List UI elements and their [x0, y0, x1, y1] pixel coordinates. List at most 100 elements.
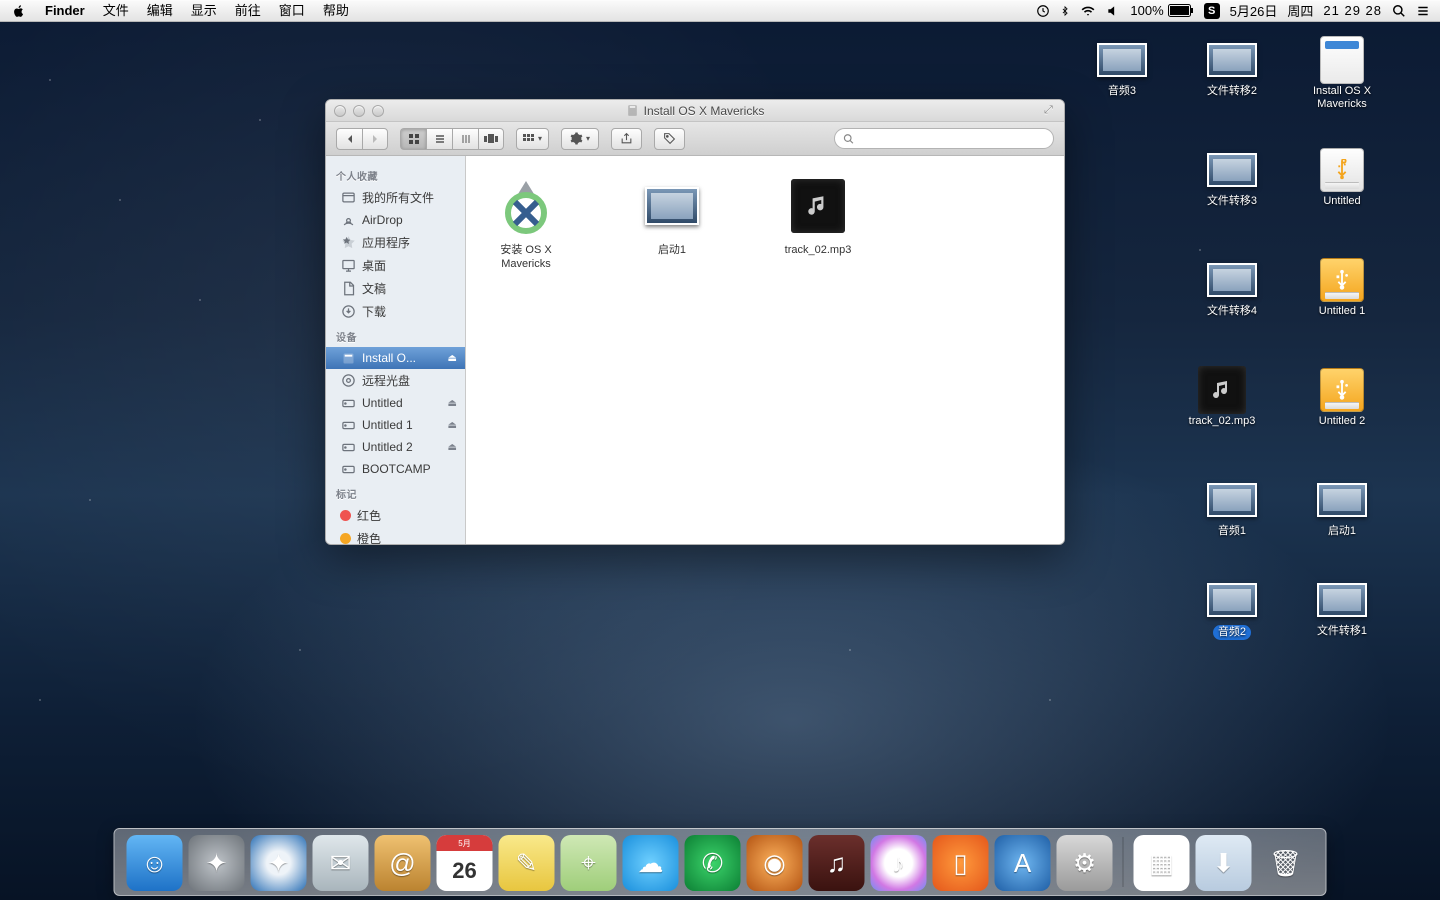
search-input[interactable] — [854, 133, 1045, 145]
sidebar-device-0[interactable]: Install O...⏏ — [326, 347, 465, 369]
back-button[interactable] — [336, 128, 362, 150]
desktop-icon[interactable]: 音频2 — [1190, 580, 1274, 640]
dock-notes[interactable]: ✎ — [499, 835, 555, 891]
dock-photobooth[interactable]: ◉ — [747, 835, 803, 891]
eject-icon[interactable]: ⏏ — [448, 353, 457, 364]
apple-menu[interactable] — [12, 4, 36, 18]
desktop-icon[interactable]: 文件转移1 — [1300, 580, 1384, 638]
finder-content[interactable]: 安装 OS X Mavericks 启动1 track_02.mp3 — [466, 156, 1064, 544]
desktop-icon[interactable]: Untitled 2 — [1300, 370, 1384, 428]
forward-button[interactable] — [362, 128, 388, 150]
sidebar-item-label: 桌面 — [362, 257, 457, 274]
dock-doc1[interactable]: ▦ — [1134, 835, 1190, 891]
view-column[interactable] — [452, 128, 478, 150]
sidebar-item-airdrop[interactable]: AirDrop — [326, 209, 465, 231]
sidebar-device-3[interactable]: Untitled 1⏏ — [326, 414, 465, 436]
desktop-icon-label: 音频3 — [1080, 85, 1164, 98]
sidebar-item-all-files[interactable]: 我的所有文件 — [326, 186, 465, 209]
dock-facetime[interactable]: ✆ — [685, 835, 741, 891]
spotlight-icon[interactable] — [1392, 4, 1406, 18]
fullscreen-button[interactable]: ⤢ — [1044, 104, 1058, 118]
dock-trash[interactable]: 🗑 — [1258, 835, 1314, 891]
view-list[interactable] — [426, 128, 452, 150]
eject-icon[interactable]: ⏏ — [448, 398, 457, 409]
desktop-icon[interactable]: 文件转移3 — [1190, 150, 1274, 208]
desktop-icon[interactable]: Untitled — [1300, 150, 1384, 208]
dock-finder[interactable]: ☺ — [127, 835, 183, 891]
menu-go[interactable]: 前往 — [226, 0, 270, 22]
volume-icon[interactable] — [1106, 4, 1120, 18]
desktop-icon[interactable]: 文件转移4 — [1190, 260, 1274, 318]
finder-window[interactable]: Install OS X Mavericks ⤢ ▾ — [325, 99, 1065, 545]
dock-itunes[interactable]: ♪ — [871, 835, 927, 891]
menu-help[interactable]: 帮助 — [314, 0, 358, 22]
file-item[interactable]: 安装 OS X Mavericks — [476, 174, 576, 272]
desktop-icon[interactable]: 文件转移2 — [1190, 40, 1274, 98]
action-button[interactable]: ▾ — [561, 128, 599, 150]
dock-launchpad[interactable]: ✦ — [189, 835, 245, 891]
menu-file[interactable]: 文件 — [94, 0, 138, 22]
desktop-icon-label: Untitled 2 — [1300, 415, 1384, 428]
window-titlebar[interactable]: Install OS X Mavericks ⤢ — [326, 100, 1064, 122]
file-item[interactable]: 启动1 — [622, 174, 722, 272]
sidebar-tag-1[interactable]: 橙色 — [326, 527, 465, 544]
tags-button[interactable] — [654, 128, 685, 150]
sidebar-item-documents[interactable]: 文稿 — [326, 277, 465, 300]
all-files-icon — [340, 190, 356, 206]
disk-icon — [340, 350, 356, 366]
arrange-button[interactable]: ▾ — [516, 128, 549, 150]
eject-icon[interactable]: ⏏ — [448, 420, 457, 431]
sidebar-device-1[interactable]: 远程光盘 — [326, 369, 465, 392]
desktop-icon[interactable]: 音频1 — [1190, 480, 1274, 538]
dock-messages[interactable]: ☁ — [623, 835, 679, 891]
menu-window[interactable]: 窗口 — [270, 0, 314, 22]
bluetooth-icon[interactable] — [1060, 4, 1070, 18]
sidebar-section-tags: 标记 — [326, 480, 465, 504]
sidebar-device-2[interactable]: Untitled⏏ — [326, 392, 465, 414]
sidebar-item-desktop[interactable]: 桌面 — [326, 254, 465, 277]
dock-mail[interactable]: ✉ — [313, 835, 369, 891]
menubar-date[interactable]: 5月26日 — [1230, 1, 1278, 20]
dock-maps[interactable]: ⌖ — [561, 835, 617, 891]
desktop-icon[interactable]: Install OS X Mavericks — [1300, 40, 1384, 111]
desktop-icon-label: 文件转移1 — [1300, 625, 1384, 638]
dock-ibooks[interactable]: ▯ — [933, 835, 989, 891]
sidebar-device-4[interactable]: Untitled 2⏏ — [326, 436, 465, 458]
desktop-icon[interactable]: track_02.mp3 — [1180, 370, 1264, 428]
dock-appstore[interactable]: A — [995, 835, 1051, 891]
dock-garageband[interactable]: ♫ — [809, 835, 865, 891]
sidebar-device-5[interactable]: BOOTCAMP — [326, 458, 465, 480]
menu-edit[interactable]: 编辑 — [138, 0, 182, 22]
minimize-button[interactable] — [353, 105, 365, 117]
close-button[interactable] — [334, 105, 346, 117]
notification-center-icon[interactable] — [1416, 4, 1430, 18]
eject-icon[interactable]: ⏏ — [448, 442, 457, 453]
zoom-button[interactable] — [372, 105, 384, 117]
view-coverflow[interactable] — [478, 128, 504, 150]
desktop-icon[interactable]: Untitled 1 — [1300, 260, 1384, 318]
sidebar-item-apps[interactable]: 应用程序 — [326, 231, 465, 254]
wifi-icon[interactable] — [1080, 4, 1096, 18]
clock-menu-extra[interactable] — [1036, 4, 1050, 18]
desktop-icon-thumbnail — [1096, 40, 1148, 80]
search-field[interactable] — [834, 128, 1054, 149]
dock-contacts[interactable]: @ — [375, 835, 431, 891]
app-name[interactable]: Finder — [36, 0, 94, 22]
desktop-icon[interactable]: 启动1 — [1300, 480, 1384, 538]
dock-safari[interactable]: ✦ — [251, 835, 307, 891]
menu-view[interactable]: 显示 — [182, 0, 226, 22]
menubar-time[interactable]: 21 29 28 — [1323, 3, 1382, 18]
desktop-icon[interactable]: 音频3 — [1080, 40, 1164, 98]
dock-settings[interactable]: ⚙ — [1057, 835, 1113, 891]
view-icon[interactable] — [400, 128, 426, 150]
sidebar-item-label: 我的所有文件 — [362, 189, 457, 206]
sidebar-item-downloads[interactable]: 下载 — [326, 300, 465, 323]
battery-status[interactable]: 100% — [1130, 3, 1193, 18]
sidebar-tag-0[interactable]: 红色 — [326, 504, 465, 527]
dock-calendar[interactable]: 5月26 — [437, 835, 493, 891]
file-item[interactable]: track_02.mp3 — [768, 174, 868, 272]
input-method-icon[interactable]: S — [1204, 3, 1220, 19]
share-button[interactable] — [611, 128, 642, 150]
dock-downloads[interactable]: ⬇ — [1196, 835, 1252, 891]
desktop-icon-thumbnail — [1316, 40, 1368, 80]
